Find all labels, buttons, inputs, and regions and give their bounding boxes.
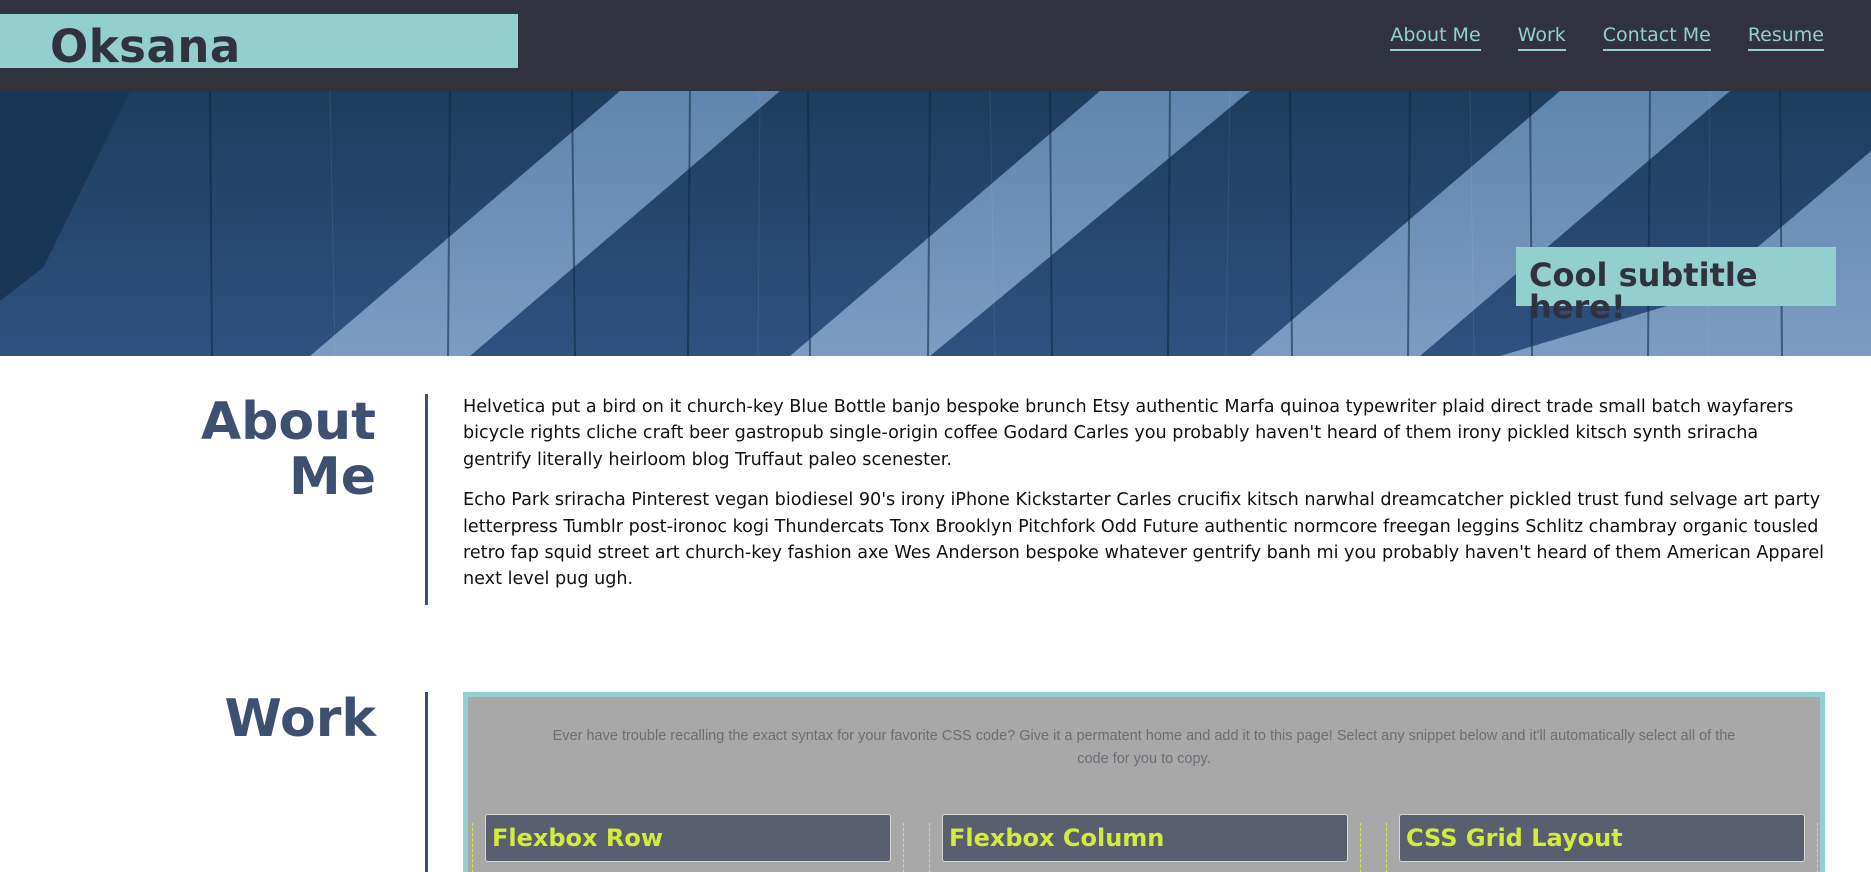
snippet-card-title: Flexbox Row — [492, 824, 664, 852]
about-paragraph-2: Echo Park sriracha Pinterest vegan biodi… — [463, 490, 1825, 590]
nav-link-contact-me[interactable]: Contact Me — [1602, 25, 1711, 51]
snippet-column: Flexbox Column — [929, 814, 1361, 872]
about-paragraph-1: Helvetica put a bird on it church-key Bl… — [463, 397, 1794, 470]
snippet-column: CSS Grid Layout — [1386, 814, 1818, 872]
hero-subtitle-box: Cool subtitle here! — [1516, 247, 1836, 323]
snippet-card-title: Flexbox Column — [949, 824, 1165, 852]
snippet-card-flexbox-column[interactable]: Flexbox Column — [942, 814, 1348, 862]
work-embed-frame[interactable]: ▬▬▬▬▬▬▬ Ever have trouble recalling the … — [463, 692, 1825, 872]
snippet-card-flexbox-row[interactable]: Flexbox Row — [485, 814, 891, 862]
about-heading-line2: Me — [288, 446, 376, 507]
nav-link-about-me[interactable]: About Me — [1390, 25, 1481, 51]
about-divider — [425, 394, 428, 605]
about-content: Helvetica put a bird on it church-key Bl… — [463, 394, 1828, 607]
snippet-card-title: CSS Grid Layout — [1406, 824, 1623, 852]
nav-link-resume[interactable]: Resume — [1747, 25, 1824, 51]
snippet-card-css-grid-layout[interactable]: CSS Grid Layout — [1399, 814, 1805, 862]
work-embed-partial-title: ▬▬▬▬▬▬▬ — [958, 697, 1143, 703]
hero-banner: Cool subtitle here! — [0, 91, 1871, 356]
work-heading: Work — [224, 689, 376, 749]
nav-link-work[interactable]: Work — [1517, 25, 1566, 51]
about-heading: About Me — [76, 395, 376, 504]
work-divider — [425, 692, 428, 872]
site-header: Oksana Prokopieva About Me Work Contact … — [0, 0, 1871, 114]
hero-subtitle: Cool subtitle here! — [1529, 256, 1758, 326]
work-intro-text: Ever have trouble recalling the exact sy… — [552, 728, 1736, 767]
about-heading-line1: About — [200, 392, 376, 452]
snippet-column: Flexbox Row — [472, 814, 904, 872]
main-nav: About Me Work Contact Me Resume — [1353, 25, 1824, 51]
brand-box: Oksana Prokopieva — [0, 14, 518, 114]
